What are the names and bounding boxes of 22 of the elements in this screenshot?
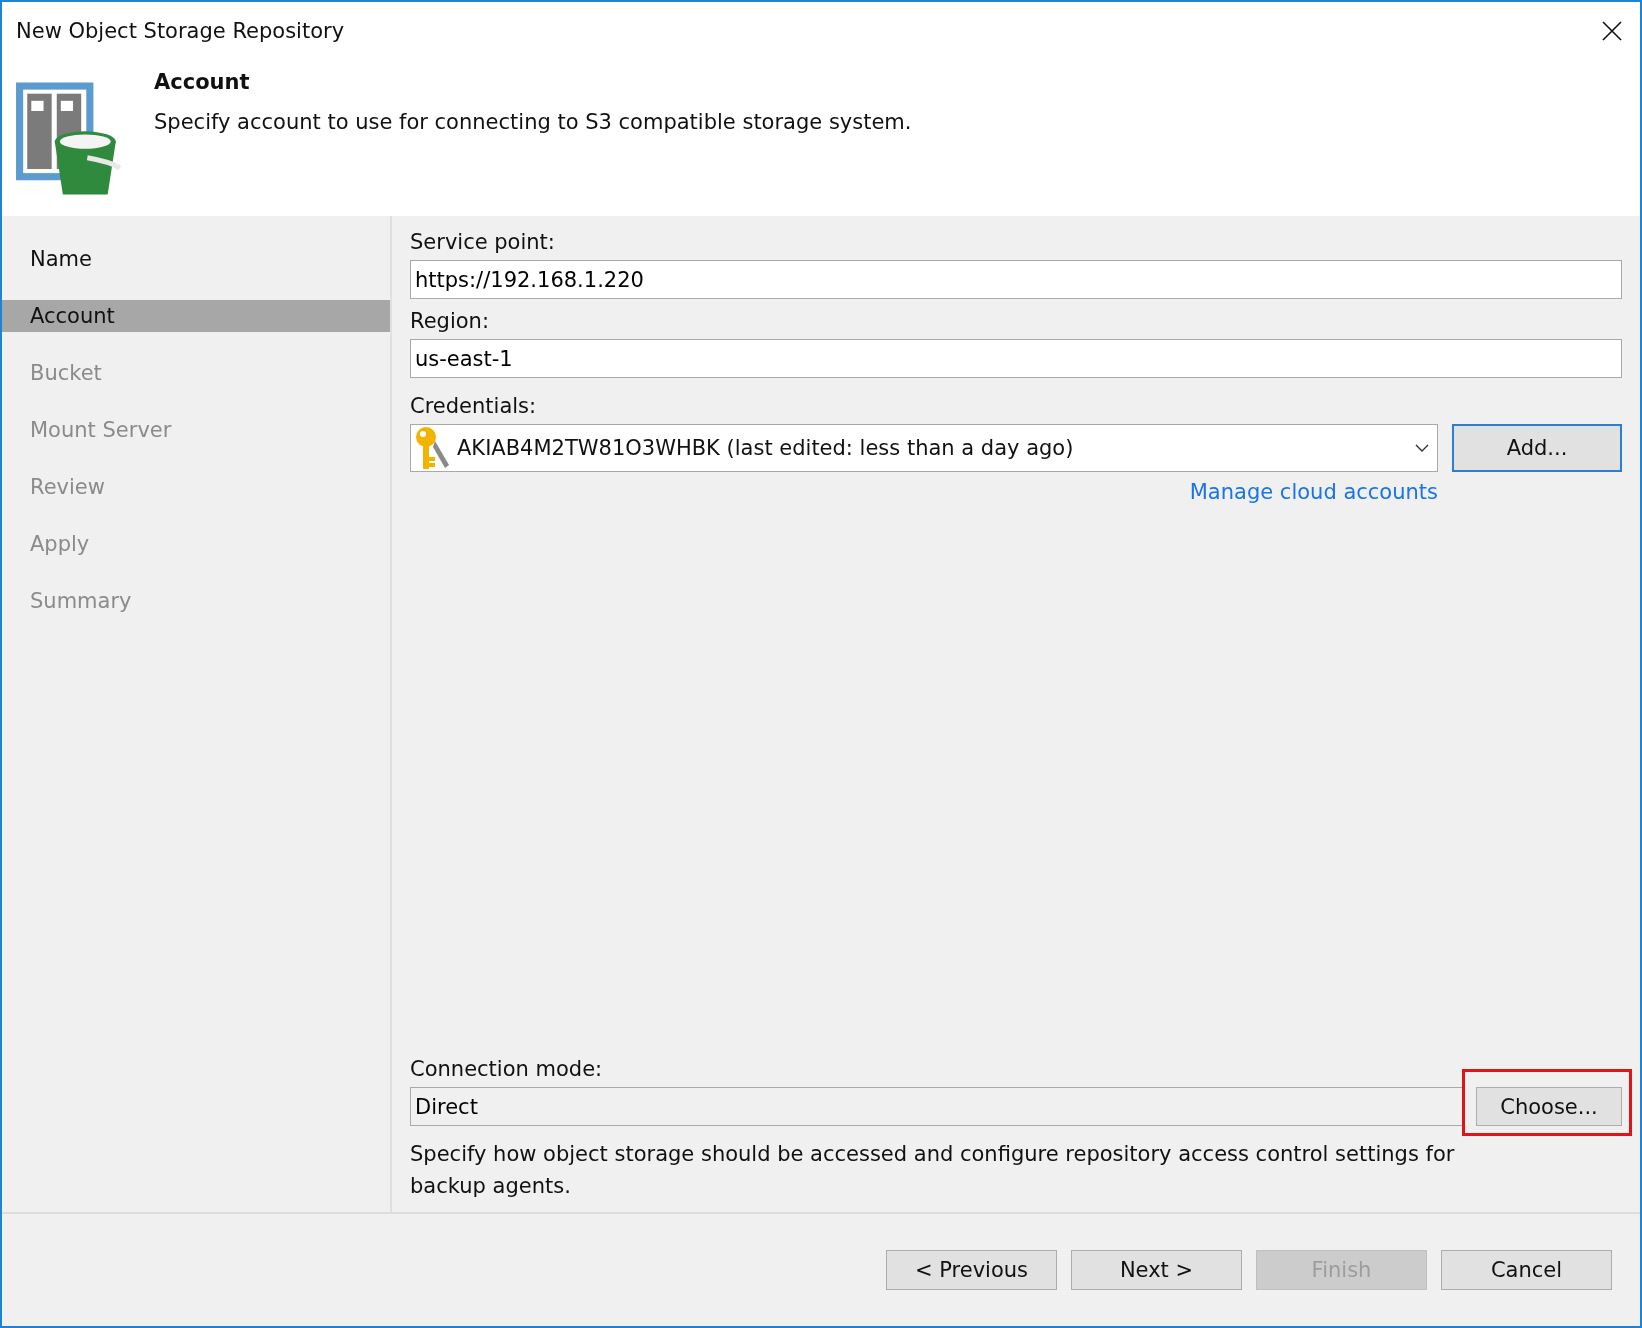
text-field[interactable]: us-east-1 xyxy=(410,339,1622,378)
add-button[interactable]: Add... xyxy=(1452,424,1622,472)
field-label: Connection mode: xyxy=(410,1057,604,1081)
field-label: Credentials: xyxy=(410,394,538,418)
connection-mode-description: Specify how object storage should be accessed and configure repository access control settings for backup agents. xyxy=(410,1141,1456,1200)
wizard-button[interactable]: Next > xyxy=(1071,1250,1242,1290)
caret-icon xyxy=(1415,444,1429,452)
window-title: New Object Storage Repository xyxy=(16,19,345,43)
wizard-button[interactable]: < Previous xyxy=(886,1250,1057,1290)
field-label: Service point: xyxy=(410,230,556,254)
close-icon[interactable] xyxy=(1602,21,1622,41)
wizard-step[interactable]: Name xyxy=(2,243,390,275)
wizard-button[interactable]: Cancel xyxy=(1441,1250,1612,1290)
page-description: Specify account to use for connecting to S3 compatible storage system. xyxy=(154,110,912,134)
manage-accounts-link[interactable]: Manage cloud accounts xyxy=(1189,480,1438,504)
text-field[interactable]: https://192.168.1.220 xyxy=(410,260,1622,299)
page-title: Account xyxy=(154,70,251,94)
credentials-dropdown[interactable]: AKIAB4M2TW81O3WHBK (last edited: less than a day ago) xyxy=(410,424,1438,472)
choose-button[interactable]: Choose... xyxy=(1476,1087,1622,1126)
wizard-step[interactable]: Account xyxy=(2,300,390,332)
field-label: Region: xyxy=(410,309,490,333)
connection-mode-field[interactable]: Direct xyxy=(410,1087,1464,1126)
